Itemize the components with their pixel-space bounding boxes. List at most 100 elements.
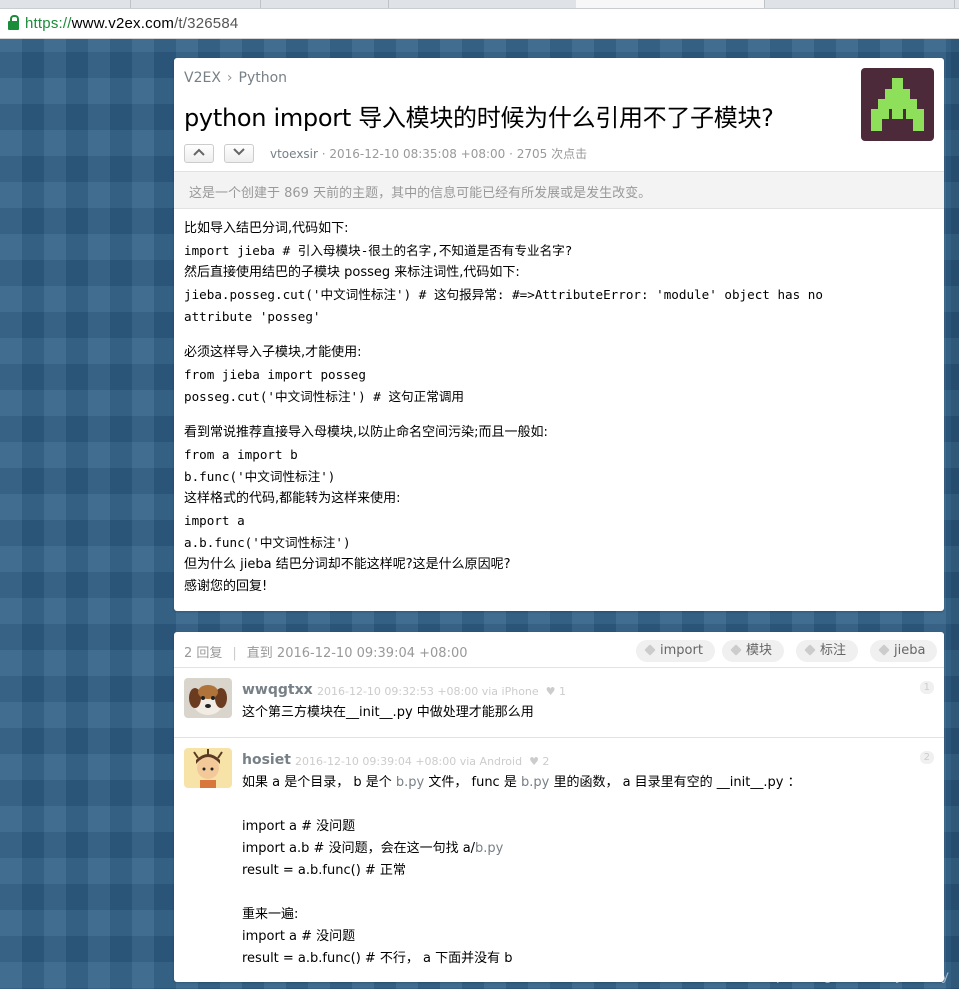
reply-text-line: 这个第三方模块在__init__.py 中做处理才能那么用	[242, 705, 534, 720]
address-bar[interactable]: https://www.v2ex.com/t/326584	[0, 9, 959, 39]
reply-text-line: import a.b # 没问题，会在这一句找 a/b.py	[242, 838, 801, 860]
topic-title: python import 导入模块的时候为什么引用不了子模块?	[184, 104, 774, 132]
topic-content: 比如导入结巴分词,代码如下: import jieba # 引入母模块-很土的名字…	[184, 218, 934, 598]
text-line: 然后直接使用结巴的子模块 posseg 来标注词性,代码如下:	[184, 265, 520, 280]
file-link[interactable]: b.py	[521, 775, 549, 790]
text-fragment: 如果 a 是个目录， b 是个	[242, 775, 396, 790]
url-text[interactable]: https://www.v2ex.com/t/326584	[25, 15, 238, 32]
text-line: 看到常说推荐直接导入母模块,以防止命名空间污染;而且一般如:	[184, 425, 548, 440]
file-link[interactable]: b.py	[475, 841, 503, 856]
reply-item: wwqgtxx 2016-12-10 09:32:53 +08:00 via i…	[174, 668, 944, 738]
topic-meta-rest: · 2016-12-10 08:35:08 +08:00 · 2705 次点击	[317, 147, 588, 161]
tag-annotation[interactable]: 标注	[796, 640, 859, 662]
breadcrumb: V2EX › Python	[184, 70, 287, 86]
reply-time: 2016-12-10 09:39:04 +08:00 via Android	[295, 755, 523, 768]
page-scrollbar[interactable]	[951, 39, 959, 989]
reply-time: 2016-12-10 09:32:53 +08:00 via iPhone	[317, 685, 539, 698]
code-line: posseg.cut('中文词性标注') # 这句正常调用	[184, 389, 465, 404]
tag-icon	[878, 643, 890, 656]
code-line: a.b.func('中文词性标注')	[184, 535, 351, 550]
reply-text-line: import a # 没问题	[242, 929, 356, 944]
code-line: import jieba # 引入母模块-很土的名字,不知道是否有专业名字?	[184, 243, 573, 258]
downvote-button[interactable]	[224, 144, 254, 163]
browser-tab[interactable]	[130, 0, 261, 8]
url-path: /t/326584	[174, 15, 239, 32]
browser-tab[interactable]	[0, 0, 131, 8]
reply-likes: ♥ 1	[545, 685, 567, 698]
author-link[interactable]: vtoexsir	[270, 147, 318, 161]
tag-icon	[804, 643, 816, 656]
topic-meta: vtoexsir · 2016-12-10 08:35:08 +08:00 · …	[270, 145, 587, 162]
reply-username[interactable]: wwqgtxx	[242, 682, 313, 698]
avatar[interactable]	[184, 748, 232, 788]
reply-text-line: 重来一遍:	[242, 907, 299, 922]
tag-jieba[interactable]: jieba	[870, 640, 938, 662]
text-fragment: 文件， func 是	[424, 775, 521, 790]
age-notice: 这是一个创建于 869 天前的主题，其中的信息可能已经有所发展或是发生改变。	[174, 171, 944, 209]
text-line: 但为什么 jieba 结巴分词却不能这样呢?这是什么原因呢?	[184, 557, 511, 572]
text-line: 感谢您的回复!	[184, 579, 268, 594]
reply-meta: 2016-12-10 09:32:53 +08:00 via iPhone ♥ …	[317, 685, 566, 698]
upvote-button[interactable]	[184, 144, 214, 163]
chevron-down-icon	[233, 148, 245, 156]
reply-count-separator: |	[232, 646, 237, 661]
breadcrumb-node-link[interactable]: Python	[239, 70, 288, 86]
breadcrumb-separator: ›	[226, 70, 233, 86]
replies-box: 2 回复 | 直到 2016-12-10 09:39:04 +08:00 impor…	[174, 632, 944, 982]
reply-count: 2 回复	[184, 646, 223, 661]
lock-icon	[8, 15, 19, 30]
tag-icon	[730, 643, 742, 656]
avatar[interactable]	[184, 678, 232, 718]
code-line: jieba.posseg.cut('中文词性标注') # 这句报异常: #=>A…	[184, 287, 823, 302]
text-line: 这样格式的代码,都能转为这样来使用:	[184, 491, 401, 506]
breadcrumb-site-link[interactable]: V2EX	[184, 70, 221, 86]
tag-label: jieba	[894, 643, 926, 658]
code-line: b.func('中文词性标注')	[184, 469, 336, 484]
text-fragment: 里的函数， a 目录里有空的 __init__.py ：	[549, 775, 801, 790]
url-scheme: https://	[25, 15, 72, 32]
file-link[interactable]: b.py	[396, 775, 424, 790]
tag-label: 标注	[820, 643, 847, 658]
reply-number: 1	[919, 681, 934, 694]
cartoon-avatar-image	[184, 748, 232, 788]
tag-label: 模块	[746, 643, 773, 658]
reply-count-line: 2 回复 | 直到 2016-12-10 09:39:04 +08:00	[184, 642, 468, 661]
tag-module[interactable]: 模块	[722, 640, 785, 662]
code-line: from a import b	[184, 447, 298, 462]
author-avatar[interactable]	[861, 68, 934, 141]
reply-content: 这个第三方模块在__init__.py 中做处理才能那么用	[242, 702, 534, 724]
reply-username[interactable]: hosiet	[242, 752, 291, 768]
watermark: https://blog.csdn.net/yocency	[759, 967, 949, 983]
reply-likes: ♥ 2	[529, 755, 550, 768]
pixel-avatar-image	[861, 68, 934, 141]
url-host: www.v2ex.com	[71, 15, 175, 32]
reply-meta: 2016-12-10 09:39:04 +08:00 via Android ♥…	[295, 755, 549, 768]
tag-icon	[644, 643, 656, 656]
text-line: 必须这样导入子模块,才能使用:	[184, 345, 362, 360]
code-line: attribute 'posseg'	[184, 309, 321, 324]
chevron-up-icon	[193, 148, 205, 156]
reply-text-line: import a # 没问题	[242, 819, 356, 834]
reply-content: 如果 a 是个目录， b 是个 b.py 文件， func 是 b.py 里的函…	[242, 772, 801, 970]
dog-avatar-image	[184, 678, 232, 718]
browser-tab-active[interactable]	[576, 0, 765, 8]
browser-tab[interactable]	[260, 0, 389, 8]
reply-text-line: result = a.b.func() # 正常	[242, 863, 406, 878]
reply-number: 2	[919, 751, 934, 764]
browser-tab[interactable]	[388, 0, 577, 8]
tag-import[interactable]: import	[636, 640, 715, 662]
browser-tab[interactable]	[764, 0, 955, 8]
reply-text-line: result = a.b.func() # 不行， a 下面并没有 b	[242, 951, 513, 966]
tag-label: import	[660, 643, 703, 658]
last-reply-time: 直到 2016-12-10 09:39:04 +08:00	[246, 646, 468, 661]
text-line: 比如导入结巴分词,代码如下:	[184, 221, 349, 236]
text-fragment: import a.b # 没问题，会在这一句找 a/	[242, 841, 476, 856]
code-line: import a	[184, 513, 245, 528]
code-line: from jieba import posseg	[184, 367, 366, 382]
topic-box: V2EX › Python python import 导入模块的时候为什么引用不了…	[174, 58, 944, 611]
reply-text-line: 如果 a 是个目录， b 是个 b.py 文件， func 是 b.py 里的函…	[242, 772, 801, 794]
